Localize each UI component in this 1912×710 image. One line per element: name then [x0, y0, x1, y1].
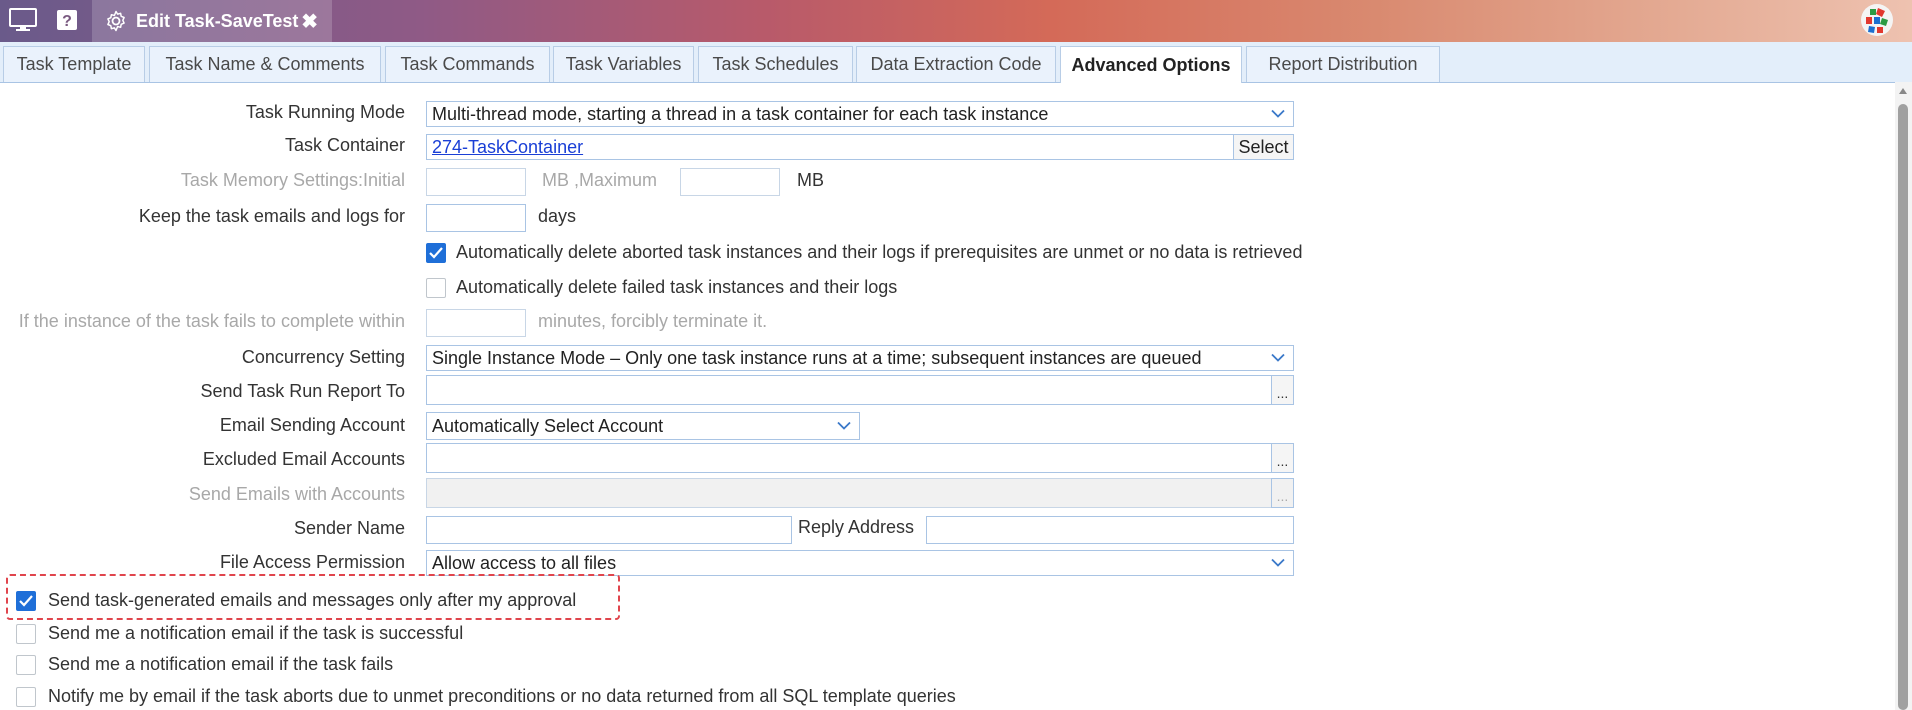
tab-bar: Task Template Task Name & Comments Task … — [0, 42, 1912, 83]
tab-task-commands[interactable]: Task Commands — [385, 46, 550, 82]
select-container-button[interactable]: Select — [1233, 135, 1293, 159]
auto-delete-failed-checkbox[interactable] — [426, 278, 446, 298]
concurrency-select[interactable]: Single Instance Mode – Only one task ins… — [426, 345, 1294, 371]
notify-success-checkbox[interactable] — [16, 624, 36, 644]
help-icon[interactable]: ? — [52, 6, 82, 34]
memory-maximum-input[interactable] — [680, 168, 780, 196]
auto-delete-failed-label: Automatically delete failed task instanc… — [456, 277, 898, 297]
reply-address-input[interactable] — [926, 516, 1294, 544]
checkmark-icon — [429, 247, 443, 259]
timeout-minutes-input[interactable] — [426, 309, 526, 337]
task-container-field: 274-TaskContainer Select — [426, 134, 1294, 160]
tab-task-variables[interactable]: Task Variables — [553, 46, 694, 82]
memory-maximum-label: MB ,Maximum — [542, 170, 658, 190]
report-to-browse-button[interactable]: ... — [1271, 375, 1294, 405]
scroll-up-icon[interactable] — [1899, 88, 1907, 94]
tab-advanced-options[interactable]: Advanced Options — [1060, 46, 1242, 83]
notify-fail-checkbox[interactable] — [16, 655, 36, 675]
approval-checkbox[interactable] — [16, 591, 36, 611]
app-logo-icon — [1860, 3, 1894, 37]
timeout-suffix: minutes, forcibly terminate it. — [538, 311, 768, 331]
keep-logs-days-input[interactable] — [426, 204, 526, 232]
memory-unit-label: MB — [797, 170, 824, 190]
running-mode-value: Multi-thread mode, starting a thread in … — [432, 103, 1049, 124]
tab-task-schedules[interactable]: Task Schedules — [698, 46, 853, 82]
advanced-options-form: Task Running Mode Multi-thread mode, sta… — [0, 82, 1895, 710]
sender-name-input[interactable] — [426, 516, 792, 544]
chevron-down-icon — [1271, 353, 1285, 362]
report-to-input[interactable] — [426, 375, 1272, 405]
tab-task-template[interactable]: Task Template — [3, 46, 145, 82]
concurrency-value: Single Instance Mode – Only one task ins… — [432, 347, 1202, 368]
file-access-select[interactable]: Allow access to all files — [426, 550, 1294, 576]
file-access-label: File Access Permission — [219, 552, 405, 572]
keep-logs-label: Keep the task emails and logs for — [138, 206, 405, 226]
monitor-icon[interactable] — [8, 6, 38, 34]
running-mode-label: Task Running Mode — [245, 102, 405, 122]
sender-name-label: Sender Name — [293, 518, 405, 538]
excluded-accounts-input[interactable] — [426, 443, 1272, 473]
email-account-label: Email Sending Account — [219, 415, 405, 435]
memory-label: Task Memory Settings:Initial — [180, 170, 405, 190]
concurrency-label: Concurrency Setting — [241, 347, 405, 367]
title-bar: ? Edit Task-SaveTest ✖ — [0, 0, 1912, 42]
keep-logs-unit: days — [538, 206, 577, 226]
checkmark-icon — [19, 595, 33, 607]
chevron-down-icon — [1271, 558, 1285, 567]
send-with-accounts-input — [426, 478, 1272, 508]
auto-delete-aborted-label: Automatically delete aborted task instan… — [456, 242, 1303, 262]
excluded-accounts-browse-button[interactable]: ... — [1271, 443, 1294, 473]
task-container-link[interactable]: 274-TaskContainer — [432, 137, 583, 158]
reply-address-label: Reply Address — [798, 517, 915, 537]
window-title: Edit Task-SaveTest — [136, 10, 299, 31]
tab-task-name-comments[interactable]: Task Name & Comments — [149, 46, 381, 82]
excluded-accounts-label: Excluded Email Accounts — [202, 449, 405, 469]
vertical-scrollbar[interactable] — [1895, 82, 1912, 710]
memory-initial-input[interactable] — [426, 168, 526, 196]
notify-abort-label: Notify me by email if the task aborts du… — [48, 686, 956, 706]
tab-report-distribution[interactable]: Report Distribution — [1246, 46, 1440, 82]
notify-fail-label: Send me a notification email if the task… — [48, 654, 394, 674]
active-window-tab[interactable]: Edit Task-SaveTest ✖ — [92, 0, 332, 42]
chevron-down-icon — [837, 421, 851, 430]
timeout-label: If the instance of the task fails to com… — [18, 311, 405, 331]
scroll-thumb[interactable] — [1898, 104, 1908, 710]
chevron-down-icon — [1271, 109, 1285, 118]
report-to-label: Send Task Run Report To — [200, 381, 405, 401]
tab-data-extraction-code[interactable]: Data Extraction Code — [856, 46, 1056, 82]
approval-label: Send task-generated emails and messages … — [48, 590, 577, 610]
notify-abort-checkbox[interactable] — [16, 687, 36, 707]
running-mode-select[interactable]: Multi-thread mode, starting a thread in … — [426, 101, 1294, 127]
email-account-value: Automatically Select Account — [432, 415, 664, 436]
auto-delete-aborted-checkbox[interactable] — [426, 243, 446, 263]
send-with-accounts-label: Send Emails with Accounts — [188, 484, 405, 504]
notify-success-label: Send me a notification email if the task… — [48, 623, 464, 643]
email-account-select[interactable]: Automatically Select Account — [426, 412, 860, 440]
close-icon[interactable]: ✖ — [301, 9, 318, 34]
file-access-value: Allow access to all files — [432, 552, 617, 573]
gear-icon — [104, 9, 128, 33]
task-container-label: Task Container — [284, 135, 405, 155]
svg-text:?: ? — [62, 13, 72, 30]
send-with-accounts-browse-button: ... — [1271, 478, 1294, 508]
